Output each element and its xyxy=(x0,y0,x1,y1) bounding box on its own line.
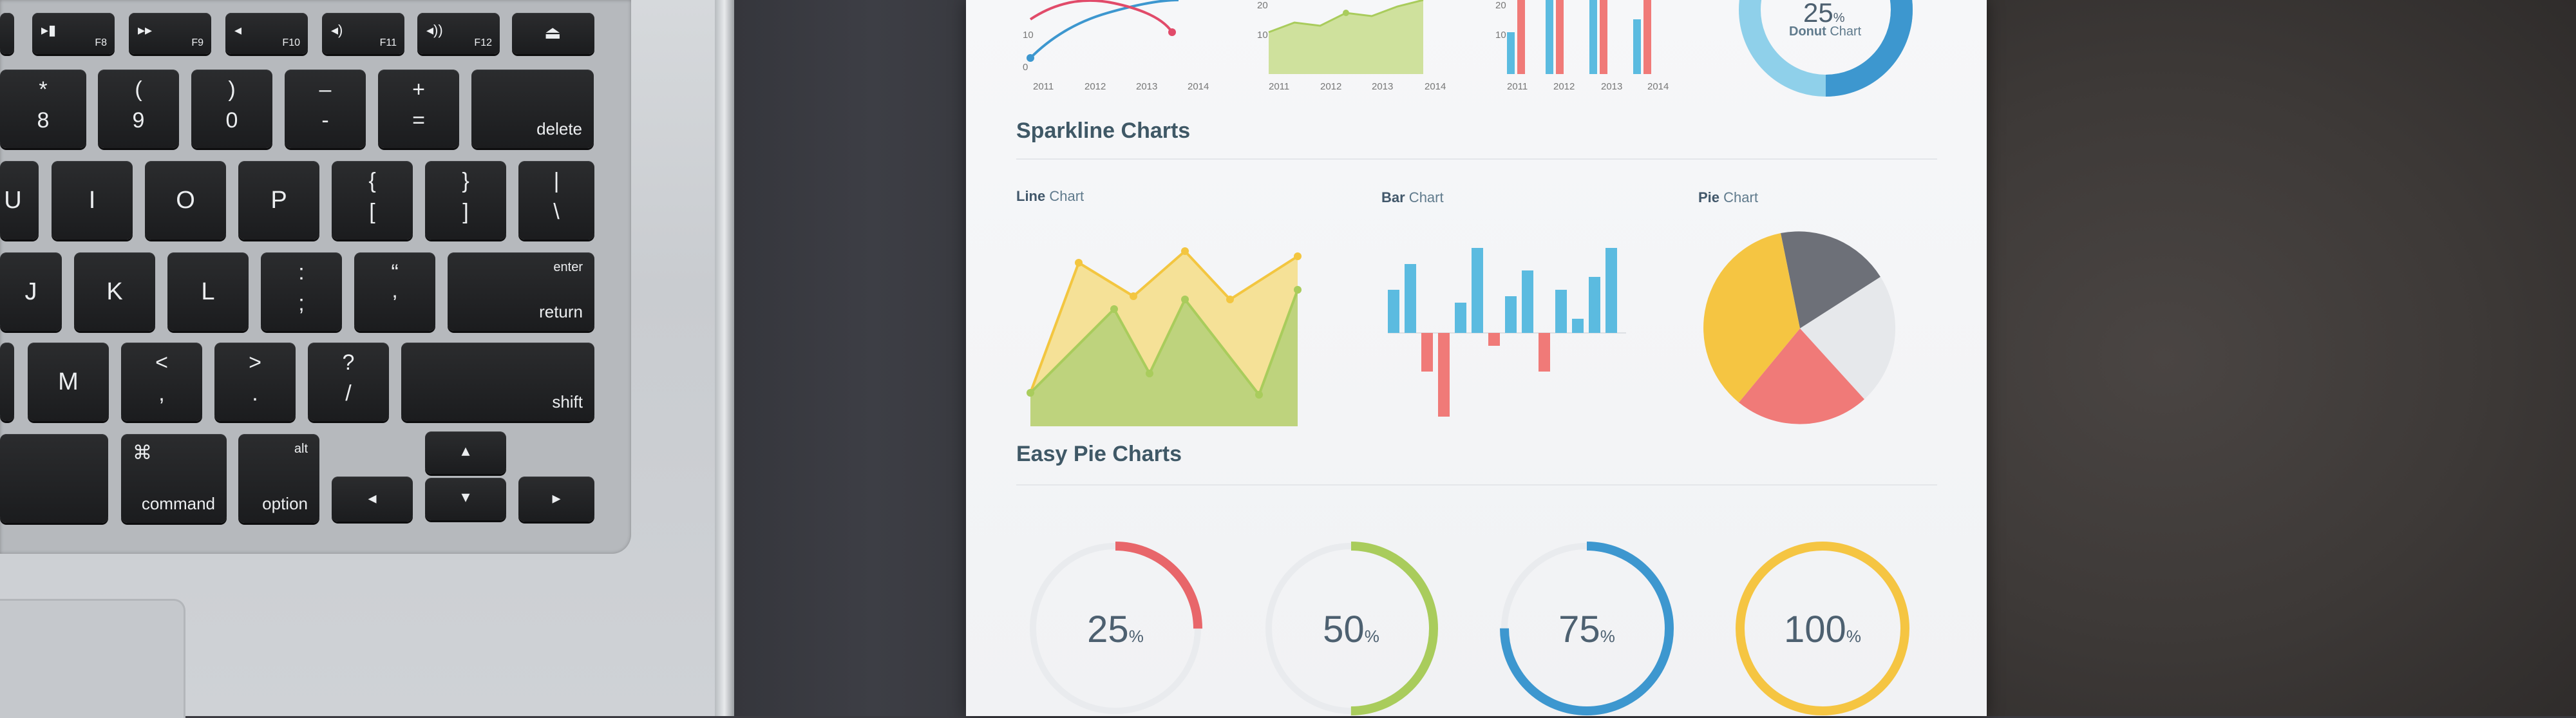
key-command[interactable]: ⌘ command xyxy=(121,434,227,523)
key-k[interactable]: K xyxy=(74,252,155,331)
key-eject[interactable]: ⏏ xyxy=(512,13,594,54)
laptop-edge xyxy=(715,0,734,716)
key-delete[interactable]: delete xyxy=(471,70,594,148)
key-8[interactable]: * 8 xyxy=(0,70,86,148)
key-arrow-right[interactable]: ▸ xyxy=(518,477,594,522)
key-o[interactable]: O xyxy=(145,161,226,240)
key-option[interactable]: alt option xyxy=(238,434,319,523)
key-f8[interactable]: ▸▮ F8 xyxy=(32,13,115,54)
key-comma[interactable]: <, xyxy=(121,343,202,421)
key-n[interactable] xyxy=(0,343,14,421)
key-quote[interactable]: “’ xyxy=(354,252,435,331)
key-f11[interactable]: ◂) F11 xyxy=(322,13,404,54)
easy-pie-label-75: 75% xyxy=(1558,609,1615,650)
trackpad[interactable] xyxy=(0,599,185,718)
key-u[interactable]: U xyxy=(0,161,39,240)
key-shift[interactable]: shift xyxy=(401,343,594,421)
chart-printout: 10 0 2011 2012 2013 2014 20 10 2011 2012… xyxy=(966,0,1987,716)
key-period[interactable]: >. xyxy=(214,343,296,421)
key-open-bracket[interactable]: {[ xyxy=(332,161,413,240)
key-l[interactable]: L xyxy=(167,252,249,331)
key-p[interactable]: P xyxy=(238,161,319,240)
easy-pie-label-50: 50% xyxy=(1323,609,1379,650)
key-f12[interactable]: ◂)) F12 xyxy=(417,13,500,54)
key-slash[interactable]: ? / xyxy=(308,343,389,421)
key-arrow-down[interactable]: ▾ xyxy=(425,478,506,520)
key-0[interactable]: ) 0 xyxy=(191,70,272,148)
desk-surface-brown xyxy=(1987,0,2576,716)
key-close-bracket[interactable]: }] xyxy=(425,161,506,240)
desk-surface-dark xyxy=(734,0,966,716)
key-backslash[interactable]: | \ xyxy=(518,161,594,240)
key-f9[interactable]: ▸▸ F9 xyxy=(129,13,211,54)
key-9[interactable]: (9 xyxy=(98,70,179,148)
key-f7[interactable] xyxy=(0,13,14,54)
key-equals[interactable]: + = xyxy=(378,70,459,148)
key-arrow-up[interactable]: ▴ xyxy=(425,431,506,474)
key-j[interactable]: J xyxy=(0,252,62,331)
key-i[interactable]: I xyxy=(52,161,133,240)
easy-pie-label-25: 25% xyxy=(1087,609,1144,650)
easy-pie-label-100: 100% xyxy=(1784,609,1861,650)
key-m[interactable]: M xyxy=(28,343,109,421)
laptop: ▸▮ F8 ▸▸ F9 ◂ F10 ◂) F11 ◂)) F12 ⏏ * 8 (9 ) 0 –… xyxy=(0,0,734,718)
key-return[interactable]: enter return xyxy=(448,252,594,331)
key-command-left[interactable] xyxy=(0,434,108,523)
key-f10[interactable]: ◂ F10 xyxy=(225,13,308,54)
key-minus[interactable]: – - xyxy=(285,70,366,148)
key-semicolon[interactable]: :; xyxy=(261,252,342,331)
key-arrow-left[interactable]: ◂ xyxy=(332,477,413,522)
